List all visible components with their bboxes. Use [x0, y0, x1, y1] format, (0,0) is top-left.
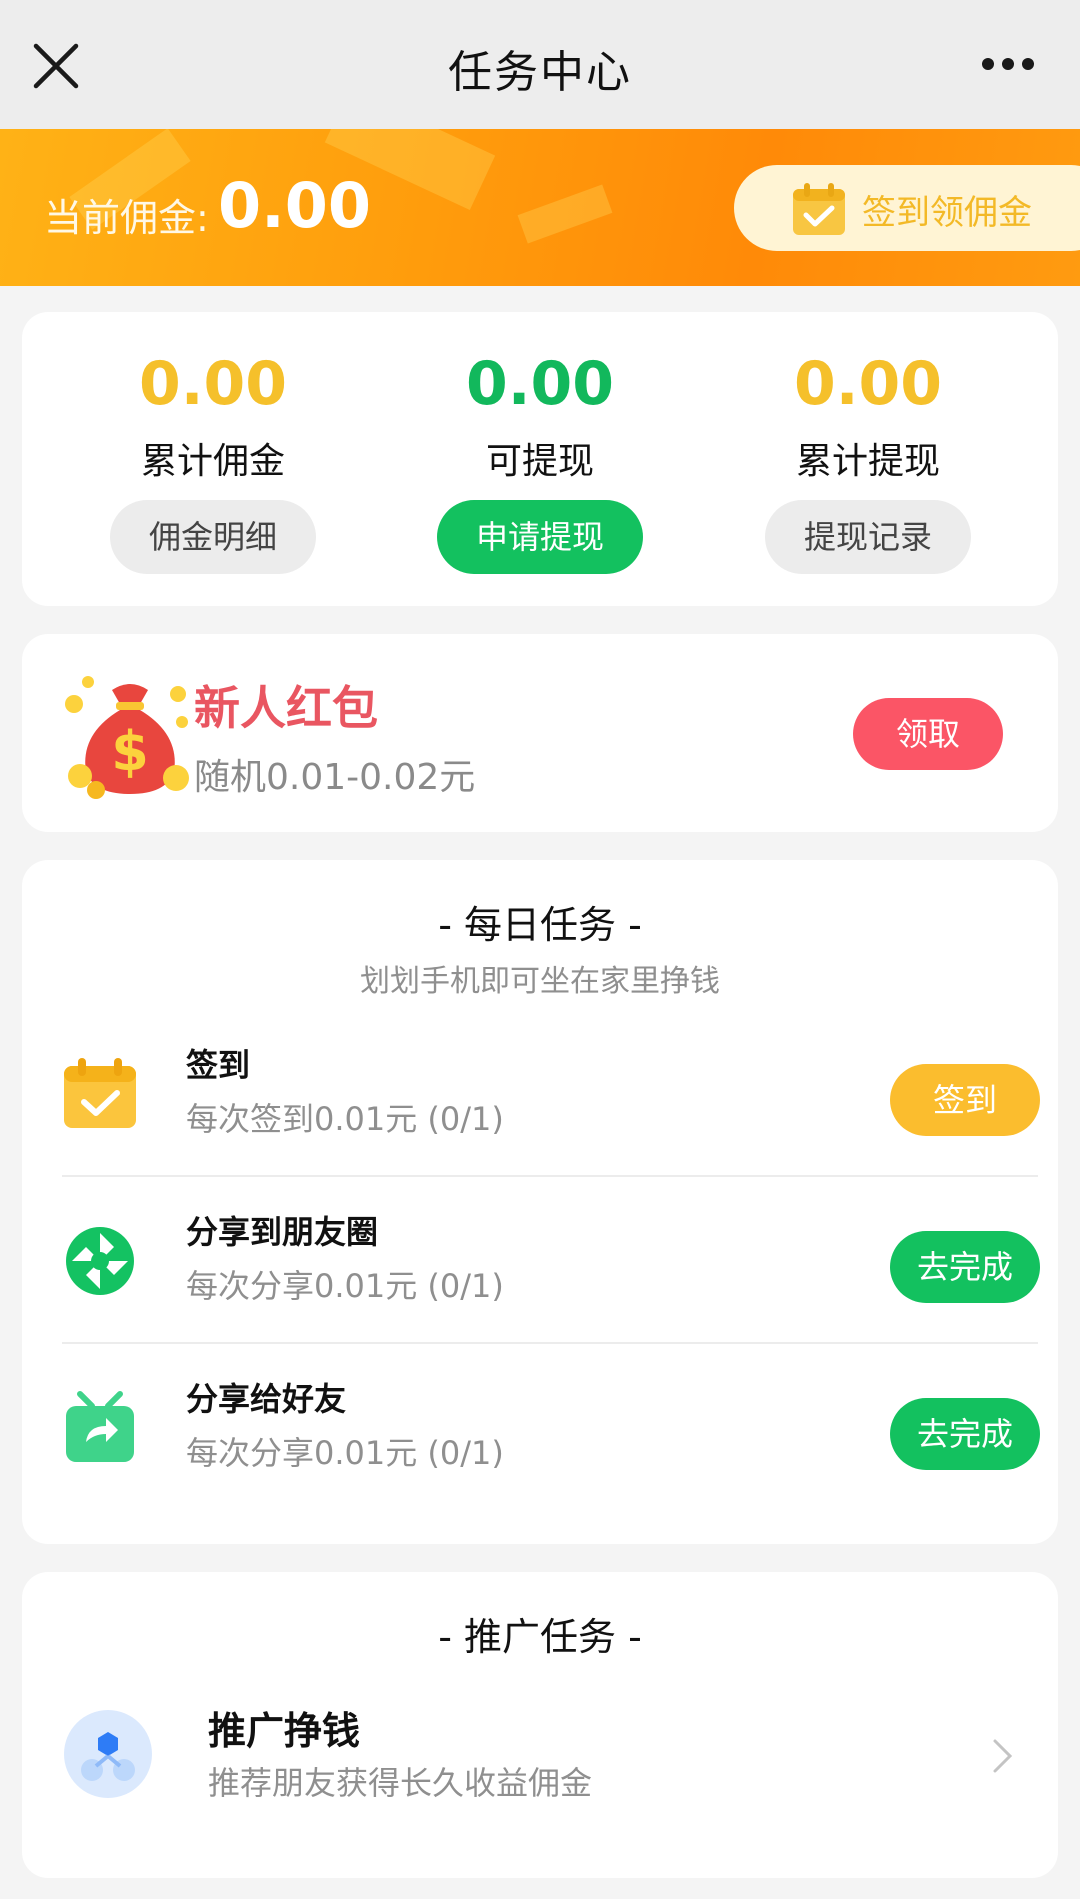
task-row-share-moments: 分享到朋友圈 每次分享0.01元 (0/1) 去完成 — [62, 1177, 1040, 1344]
new-user-red-packet-card: $ 新人红包 随机0.01-0.02元 领取 — [22, 634, 1058, 832]
promote-earn-subtitle: 推荐朋友获得长久收益佣金 — [208, 1764, 593, 1802]
stat-total-withdrawn: 0.00 累计提现 提现记录 — [738, 352, 998, 574]
commission-detail-button[interactable]: 佣金明细 — [110, 500, 316, 574]
share-gift-icon — [66, 1391, 134, 1462]
current-commission-label: 当前佣金: — [44, 196, 209, 240]
chevron-right-icon — [993, 1739, 1013, 1773]
task-row-share-friend: 分享给好友 每次分享0.01元 (0/1) 去完成 — [62, 1344, 1040, 1511]
money-bag-icon: $ — [65, 676, 189, 799]
red-packet-title: 新人红包 — [194, 681, 378, 735]
claim-red-packet-button[interactable]: 领取 — [853, 698, 1003, 770]
task-name: 分享到朋友圈 — [186, 1213, 379, 1251]
svg-text:$: $ — [111, 720, 149, 783]
withdraw-history-button[interactable]: 提现记录 — [765, 500, 971, 574]
task-row-checkin: 签到 每次签到0.01元 (0/1) 签到 — [62, 1010, 1040, 1177]
task-description: 每次分享0.01元 (0/1) — [186, 1267, 504, 1305]
task-description: 每次分享0.01元 (0/1) — [186, 1434, 504, 1472]
task-name: 分享给好友 — [186, 1380, 347, 1418]
stat-label: 累计提现 — [795, 441, 940, 482]
banner-decoration — [517, 184, 613, 244]
promote-earn-item[interactable]: 推广挣钱 推荐朋友获得长久收益佣金 — [22, 1688, 1058, 1848]
complete-share-moments-button[interactable]: 去完成 — [890, 1231, 1040, 1303]
moments-icon — [66, 1227, 134, 1295]
stat-label: 可提现 — [485, 441, 594, 482]
calendar-check-icon — [793, 183, 845, 235]
stat-value: 0.00 — [465, 349, 615, 419]
stat-withdrawable: 0.00 可提现 申请提现 — [410, 352, 670, 574]
commission-stats-card: 0.00 累计佣金 佣金明细 0.00 可提现 申请提现 0.00 累计提现 提… — [22, 312, 1058, 606]
page-title: 任务中心 — [448, 47, 632, 98]
complete-share-friend-button[interactable]: 去完成 — [890, 1398, 1040, 1470]
stat-value: 0.00 — [138, 349, 288, 419]
checkin-commission-button[interactable]: 签到领佣金 — [734, 165, 1080, 251]
promotion-tasks-card: - 推广任务 - 推广挣钱 推荐朋友获得长久收益佣金 — [22, 1572, 1058, 1878]
current-commission-value: 0.00 — [218, 169, 371, 242]
network-icon — [64, 1710, 152, 1798]
checkin-button[interactable]: 签到 — [890, 1064, 1040, 1136]
promote-earn-title: 推广挣钱 — [208, 1709, 361, 1753]
daily-tasks-title: - 每日任务 - — [438, 903, 642, 947]
promotion-tasks-title: - 推广任务 - — [438, 1615, 642, 1659]
stat-total-commission: 0.00 累计佣金 佣金明细 — [83, 352, 343, 574]
stat-label: 累计佣金 — [140, 441, 285, 482]
calendar-check-icon — [64, 1058, 136, 1128]
daily-tasks-card: - 每日任务 - 划划手机即可坐在家里挣钱 签到 每次签到0.01元 (0/1)… — [22, 860, 1058, 1544]
checkin-commission-label: 签到领佣金 — [862, 193, 1032, 233]
apply-withdraw-button[interactable]: 申请提现 — [437, 500, 643, 574]
task-name: 签到 — [186, 1046, 251, 1084]
daily-tasks-subtitle: 划划手机即可坐在家里挣钱 — [360, 964, 720, 999]
commission-banner: 当前佣金: 0.00 签到领佣金 — [0, 129, 1080, 286]
more-icon[interactable] — [980, 56, 1036, 72]
task-description: 每次签到0.01元 (0/1) — [186, 1100, 504, 1138]
top-nav-bar: 任务中心 — [0, 0, 1080, 129]
red-packet-subtitle: 随机0.01-0.02元 — [194, 757, 476, 798]
stat-value: 0.00 — [793, 349, 943, 419]
